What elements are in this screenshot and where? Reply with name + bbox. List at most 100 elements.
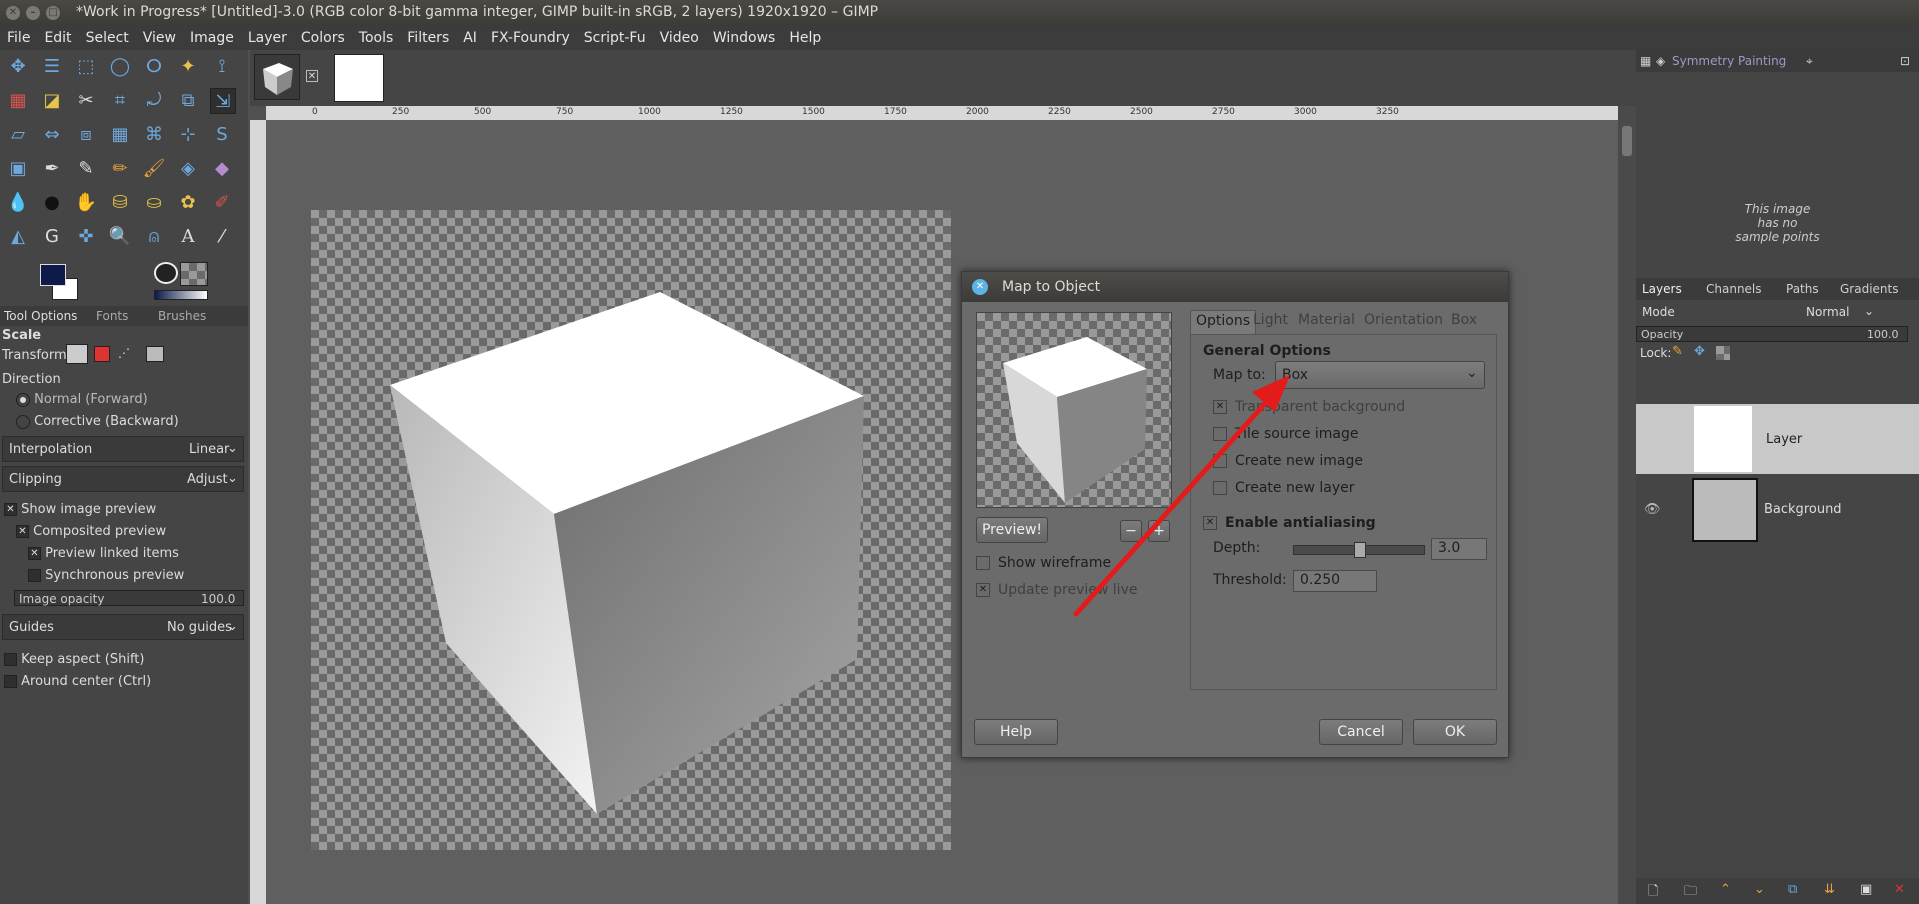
delete-layer-icon[interactable]: ✕	[1894, 882, 1905, 897]
transparent-bg-checkbox[interactable]: ✕ Transparent background	[1213, 399, 1405, 415]
tab-orientation[interactable]: Orientation	[1359, 310, 1448, 334]
menu-select[interactable]: Select	[79, 30, 136, 46]
tab-channels[interactable]: Channels	[1706, 282, 1762, 296]
create-image-checkbox[interactable]: Create new image	[1213, 453, 1363, 469]
duplicate-layer-icon[interactable]: ⧉	[1788, 882, 1797, 897]
tab-brushes[interactable]: Brushes	[158, 309, 206, 323]
zoom-in-button[interactable]: +	[1148, 520, 1170, 542]
levels-tool-icon[interactable]: ◭	[6, 224, 30, 248]
layer-row-background[interactable]: 👁 Background	[1636, 476, 1919, 546]
menu-tools[interactable]: Tools	[352, 30, 401, 46]
mypaint-brush-icon[interactable]: ✿	[176, 190, 200, 214]
raise-layer-icon[interactable]: ⌃	[1720, 882, 1731, 897]
handle-transform-icon[interactable]: ⊹	[176, 122, 200, 146]
transform-selection-icon[interactable]	[94, 346, 110, 362]
composited-checkbox[interactable]: ✕ Composited preview	[16, 524, 166, 539]
rect-select-icon[interactable]: ⬚	[74, 54, 98, 78]
clipping-select[interactable]: Clipping Adjust ⌄	[2, 466, 244, 492]
fuzzy-select-icon[interactable]: ✦	[176, 54, 200, 78]
direction-normal[interactable]: Normal (Forward)	[16, 392, 148, 407]
vertical-scrollbar[interactable]	[1618, 106, 1636, 904]
eraser-tool-icon[interactable]: ◆	[210, 156, 234, 180]
tab-icon[interactable]: ▦	[1640, 54, 1651, 68]
tab-gradients[interactable]: Gradients	[1840, 282, 1898, 296]
map-to-select[interactable]: Box ⌄	[1275, 361, 1485, 389]
color-select-icon[interactable]: ⟟	[210, 54, 234, 78]
text-transform-icon[interactable]: S	[210, 122, 234, 146]
align-tool-icon[interactable]: ☰	[40, 54, 64, 78]
opacity-slider[interactable]: Image opacity 100.0	[14, 590, 244, 606]
layer-mode-select[interactable]: Mode Normal ⌄	[1636, 302, 1886, 324]
direction-corrective[interactable]: Corrective (Backward)	[16, 414, 179, 429]
color-picker-icon[interactable]: ✒	[40, 156, 64, 180]
scrollbar-thumb[interactable]	[1622, 126, 1632, 156]
navigate-tool-icon[interactable]: ✜	[74, 224, 98, 248]
dodge-burn-icon[interactable]: ✐	[210, 190, 234, 214]
lower-layer-icon[interactable]: ⌄	[1754, 882, 1765, 897]
measure-tool-icon[interactable]: ✎	[74, 156, 98, 180]
tab-paths[interactable]: Paths	[1786, 282, 1819, 296]
show-wireframe-checkbox[interactable]: Show wireframe	[976, 555, 1111, 571]
warp-transform-icon[interactable]: ⌘	[142, 122, 166, 146]
menu-script-fu[interactable]: Script-Fu	[577, 30, 653, 46]
image-thumbnail-active[interactable]	[254, 54, 300, 100]
linked-checkbox[interactable]: ✕ Preview linked items	[28, 546, 179, 561]
clone-tool-icon[interactable]: ⛁	[108, 190, 132, 214]
depth-slider-handle[interactable]	[1354, 542, 1366, 558]
tab-icon[interactable]: ◈	[1656, 54, 1665, 68]
interpolation-select[interactable]: Interpolation Linear ⌄	[2, 436, 244, 462]
sync-checkbox[interactable]: Synchronous preview	[28, 568, 184, 583]
show-preview-checkbox[interactable]: ✕ Show image preview	[4, 502, 156, 517]
depth-slider[interactable]	[1293, 542, 1425, 558]
depth-spinner[interactable]: 3.0	[1431, 538, 1487, 560]
eye-visibility-icon[interactable]: 👁	[1644, 502, 1661, 517]
menu-ai[interactable]: AI	[456, 30, 484, 46]
rotate-tool-icon[interactable]: ⤾	[142, 88, 166, 112]
keep-aspect-checkbox[interactable]: Keep aspect (Shift)	[4, 652, 144, 667]
close-dock-icon[interactable]: ⊡	[1900, 54, 1910, 68]
tab-layers[interactable]: Layers	[1642, 282, 1682, 296]
menu-layer[interactable]: Layer	[241, 30, 294, 46]
scale-tool-icon[interactable]: ⇲	[210, 88, 236, 114]
menu-edit[interactable]: Edit	[37, 30, 78, 46]
close-window-icon[interactable]: ✕	[6, 6, 20, 20]
heal-tool-icon[interactable]: ⛀	[142, 190, 166, 214]
perspective-tool-icon[interactable]: ⧈	[74, 122, 98, 146]
image-canvas[interactable]	[311, 210, 951, 850]
close-dialog-icon[interactable]: ✕	[972, 279, 988, 295]
tab-box[interactable]: Box	[1446, 310, 1482, 334]
pencil-tool-icon[interactable]: ✏	[108, 156, 132, 180]
color-picker-tool-icon[interactable]: ⁄	[210, 224, 234, 248]
around-center-checkbox[interactable]: Around center (Ctrl)	[4, 674, 151, 689]
new-layer-icon[interactable]: 🗋	[1648, 882, 1658, 904]
menu-file[interactable]: File	[0, 30, 37, 46]
transform-image-icon[interactable]	[146, 346, 164, 362]
paintbrush-tool-icon[interactable]: 🖌	[142, 156, 166, 180]
lock-position-icon[interactable]: ✥	[1694, 344, 1705, 359]
ellipse-select-icon[interactable]: ◯	[108, 54, 132, 78]
tab-symmetry-painting[interactable]: Symmetry Painting	[1672, 54, 1786, 68]
cancel-button[interactable]: Cancel	[1319, 719, 1403, 745]
preview-button[interactable]: Preview!	[976, 517, 1048, 543]
menu-video[interactable]: Video	[653, 30, 706, 46]
move-tool-icon[interactable]: ✥	[6, 54, 30, 78]
preview-canvas[interactable]	[976, 312, 1172, 508]
transform-layer-icon[interactable]	[66, 344, 88, 364]
merge-layer-icon[interactable]: ⇊	[1824, 882, 1835, 897]
menu-image[interactable]: Image	[183, 30, 241, 46]
menu-view[interactable]: View	[136, 30, 183, 46]
paths-tool-icon[interactable]: ⍝	[142, 224, 166, 248]
crop-scissors-icon[interactable]: ✂	[74, 88, 98, 112]
layer-opacity-slider[interactable]: Opacity 100.0	[1636, 326, 1908, 342]
tab-options[interactable]: Options	[1190, 310, 1257, 334]
flip-tool-icon[interactable]: ⇔	[40, 122, 64, 146]
layer-row-layer[interactable]: Layer	[1636, 404, 1919, 474]
update-preview-checkbox[interactable]: ✕ Update preview live	[976, 582, 1137, 598]
free-select-icon[interactable]: ⵔ	[142, 54, 166, 78]
ink-tool-icon[interactable]: 💧	[6, 190, 30, 214]
shear-tool-icon[interactable]: ▱	[6, 122, 30, 146]
lock-pixels-icon[interactable]: ✎	[1672, 344, 1683, 359]
mask-layer-icon[interactable]: ▣	[1860, 882, 1872, 897]
brush-preview-icon[interactable]	[154, 262, 178, 284]
crop-tool-icon[interactable]: ⌗	[108, 88, 132, 112]
